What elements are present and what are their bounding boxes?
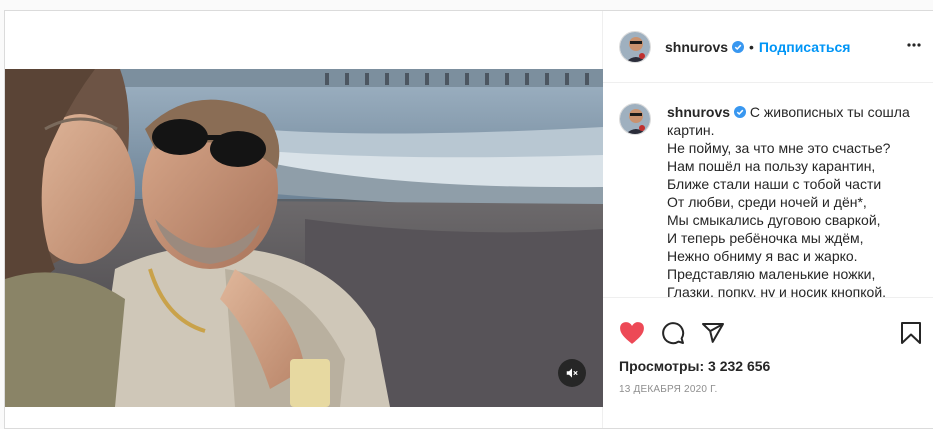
post-video[interactable] (5, 69, 603, 407)
avatar[interactable] (619, 30, 651, 63)
header-separator: • (749, 38, 754, 55)
comment-button[interactable] (661, 321, 685, 345)
caption-text: shnurovs С живописных ты сошла картин. Н… (667, 103, 912, 297)
caption-line: Мы смыкались дуговою сваркой, (667, 212, 881, 228)
caption-line: Нежно обниму я вас и жарко. (667, 248, 858, 264)
media-panel (5, 11, 603, 428)
post-date[interactable]: 13 ДЕКАБРЯ 2020 Г. (619, 384, 717, 395)
heart-icon (620, 322, 644, 344)
caption-line: Глазки, попку, ну и носик кнопкой. (667, 284, 887, 298)
post-header: shnurovs • Подписаться (603, 11, 933, 83)
caption-line: Ближе стали наши с тобой части (667, 176, 882, 192)
caption-line: Представляю маленькие ножки, (667, 266, 876, 282)
share-button[interactable] (701, 321, 725, 345)
verified-badge-icon (732, 40, 745, 53)
avatar-image (620, 104, 650, 134)
post-sidebar: shnurovs • Подписаться shnurovs С живопи… (603, 11, 933, 428)
header-username[interactable]: shnurovs (665, 39, 728, 55)
post-card: shnurovs • Подписаться shnurovs С живопи… (4, 10, 933, 429)
caption-line: От любви, среди ночей и дён*, (667, 194, 867, 210)
bookmark-icon (901, 322, 921, 344)
caption-line: И теперь ребёночка мы ждём, (667, 230, 864, 246)
views-count[interactable]: Просмотры: 3 232 656 (619, 358, 770, 374)
caption-username[interactable]: shnurovs (667, 104, 730, 120)
caption-first-line: shnurovs С живописных ты сошла (667, 103, 912, 121)
comment-icon (662, 322, 685, 345)
caption-avatar[interactable] (619, 103, 651, 135)
caption-line: С живописных ты сошла (749, 104, 910, 120)
caption-line: Не пойму, за что мне это счастье? (667, 140, 891, 156)
caption-line: картин. (667, 122, 715, 138)
save-button[interactable] (900, 321, 922, 345)
post-caption: shnurovs С живописных ты сошла картин. Н… (603, 83, 933, 298)
like-button[interactable] (619, 321, 645, 345)
action-bar (619, 316, 922, 350)
verified-badge-icon (734, 106, 747, 118)
more-options-icon[interactable] (906, 37, 922, 53)
avatar-image (620, 31, 650, 62)
mute-button[interactable] (558, 359, 586, 387)
mute-icon (566, 368, 578, 378)
share-icon (702, 323, 724, 343)
caption-line: Нам пошёл на пользу карантин, (667, 158, 876, 174)
follow-button[interactable]: Подписаться (759, 39, 851, 55)
video-frame (5, 69, 603, 407)
